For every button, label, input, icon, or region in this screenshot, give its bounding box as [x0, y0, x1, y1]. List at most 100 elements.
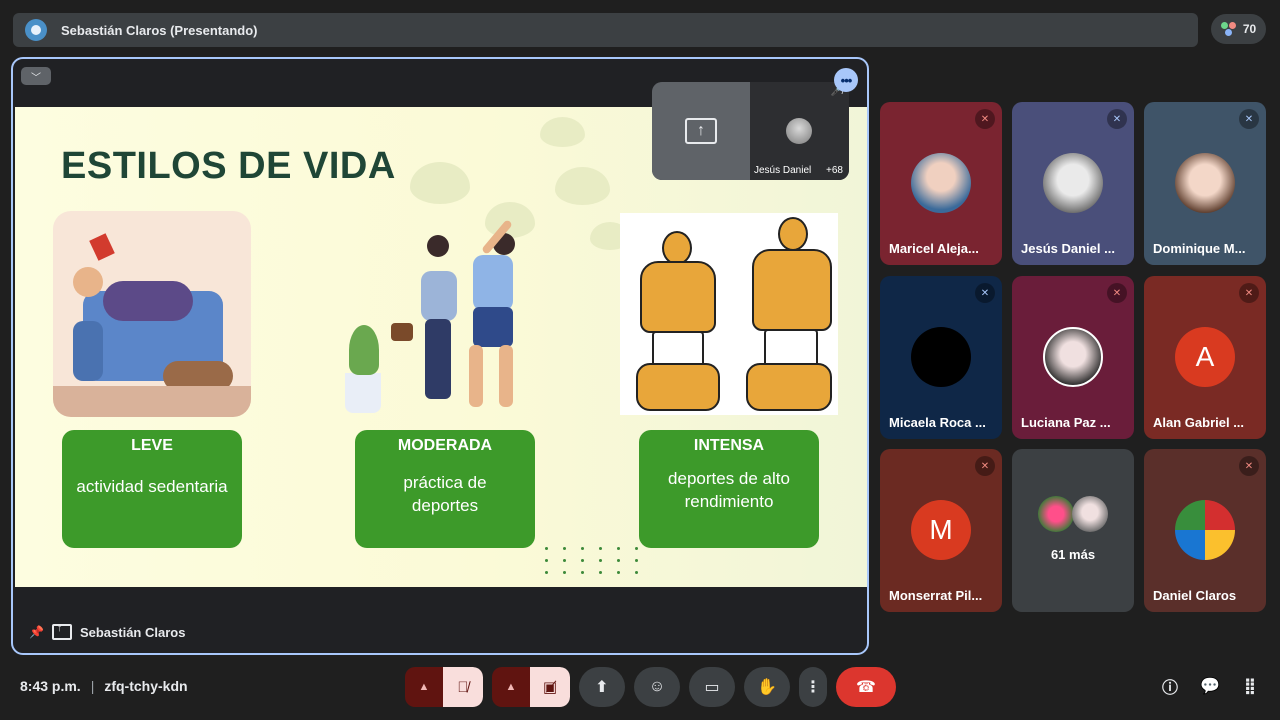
participant-name: Daniel Claros: [1153, 588, 1237, 603]
avatar: [1043, 153, 1103, 213]
avatar: [1038, 496, 1074, 532]
floating-participant-tile[interactable]: 🎤̸ Jesús Daniel +68: [750, 82, 849, 180]
more-options-button[interactable]: •••: [834, 68, 858, 92]
mic-off-icon: ✕: [975, 456, 995, 476]
captions-icon: ▭: [704, 679, 720, 696]
apps-grid-icon: ⣿: [1243, 678, 1257, 695]
card-body: práctica de deportes: [403, 473, 487, 515]
collapse-button[interactable]: ﹀: [21, 67, 51, 85]
mic-off-icon: ✕: [1239, 109, 1259, 129]
pin-icon[interactable]: 📌: [29, 625, 44, 639]
card-leve: LEVE actividad sedentaria: [62, 430, 242, 548]
floating-participant-name: Jesús Daniel: [754, 165, 812, 176]
participant-name: Jesús Daniel ...: [1021, 241, 1115, 256]
floating-self-view[interactable]: ↑ 🎤̸ Jesús Daniel +68: [652, 82, 849, 180]
activities-button[interactable]: ⣿: [1240, 676, 1260, 696]
leaf-decoration: [540, 117, 585, 147]
sedentary-illustration: [53, 211, 251, 417]
presenting-tile[interactable]: ↑: [652, 82, 750, 180]
participant-tile[interactable]: ✕ Maricel Aleja...: [880, 102, 1002, 265]
avatar: [911, 153, 971, 213]
present-screen-icon: ⬆: [595, 679, 609, 696]
leave-call-button[interactable]: ☎: [836, 667, 896, 707]
slide-title: ESTILOS DE VIDA: [61, 145, 396, 187]
chat-button[interactable]: 💬: [1200, 676, 1220, 696]
participant-name: Micaela Roca ...: [889, 415, 986, 430]
camera-toggle-button[interactable]: ▣̸: [530, 667, 570, 707]
leaf-decoration: [410, 162, 470, 204]
screen-share-icon: [51, 622, 72, 640]
mic-toggle-button[interactable]: 🎙̸: [443, 667, 483, 707]
avatar: [1175, 153, 1235, 213]
participant-tile[interactable]: ✕ Daniel Claros: [1144, 449, 1266, 612]
card-title: LEVE: [131, 437, 173, 454]
mic-off-icon: ✕: [1239, 283, 1259, 303]
floating-participant-count: +68: [826, 165, 843, 176]
card-title: MODERADA: [397, 437, 493, 454]
card-title: INTENSA: [693, 437, 765, 454]
camera-options-button[interactable]: ▲: [492, 667, 530, 707]
participant-tile[interactable]: ✕ A Alan Gabriel ...: [1144, 276, 1266, 439]
present-screen-icon: ↑: [685, 118, 717, 144]
mic-off-icon: ✕: [1107, 109, 1127, 129]
presentation-banner: Sebastián Claros (Presentando): [13, 13, 1198, 47]
presenter-logo-icon: [25, 19, 47, 41]
mic-off-icon: ✕: [1107, 283, 1127, 303]
camera-control: ▲ ▣̸: [492, 667, 570, 707]
mic-options-button[interactable]: ▲: [405, 667, 443, 707]
mic-off-icon: ✕: [975, 283, 995, 303]
hand-icon: ✋: [757, 679, 777, 696]
side-panel-buttons: ⓘ 💬 ⣿: [1160, 676, 1260, 697]
participant-name: Monserrat Pil...: [889, 588, 983, 603]
more-participants-label: 61 más: [1050, 547, 1096, 562]
meeting-controls: ▲ 🎙̸ ▲ ▣̸ ⬆ ☺ ▭ ✋ ⋮ ☎: [405, 667, 896, 707]
chevron-up-icon: ▲: [505, 681, 517, 693]
presenter-label: 📌 Sebastián Claros: [29, 622, 186, 640]
avatar: [1175, 500, 1235, 560]
participant-name: Maricel Aleja...: [889, 241, 979, 256]
reactions-button[interactable]: ☺: [634, 667, 680, 707]
participant-name: Alan Gabriel ...: [1153, 415, 1245, 430]
participant-tile[interactable]: ✕ Jesús Daniel ...: [1012, 102, 1134, 265]
presenter-name: Sebastián Claros: [79, 624, 186, 640]
meeting-code: zfq-tchy-kdn: [104, 678, 188, 694]
mic-control: ▲ 🎙̸: [405, 667, 483, 707]
camera-off-icon: ▣̸: [542, 679, 558, 696]
participant-name: Luciana Paz ...: [1021, 415, 1111, 430]
presenter-title: Sebastián Claros (Presentando): [61, 22, 258, 38]
meeting-info: 8:43 p.m. | zfq-tchy-kdn: [20, 678, 188, 694]
present-button[interactable]: ⬆: [579, 667, 625, 707]
mic-off-icon: ✕: [1239, 456, 1259, 476]
participants-button[interactable]: 70: [1211, 14, 1266, 44]
chevron-up-icon: ▲: [418, 681, 430, 693]
more-participants-tile[interactable]: 61 más: [1012, 449, 1134, 612]
avatar: A: [1175, 327, 1235, 387]
avatar: M: [911, 500, 971, 560]
mic-off-icon: 🎙̸: [457, 678, 469, 696]
more-actions-button[interactable]: ⋮: [799, 667, 827, 707]
participant-tile[interactable]: ✕ M Monserrat Pil...: [880, 449, 1002, 612]
participants-icon: [1220, 22, 1237, 36]
raise-hand-button[interactable]: ✋: [744, 667, 790, 707]
avatar: [911, 327, 971, 387]
captions-button[interactable]: ▭: [689, 667, 735, 707]
info-icon: ⓘ: [1161, 680, 1178, 697]
avatar: [1072, 496, 1108, 532]
intense-illustration: [620, 213, 838, 415]
participant-tile[interactable]: ✕ Micaela Roca ...: [880, 276, 1002, 439]
avatar: [786, 118, 812, 144]
clock-time: 8:43 p.m.: [20, 678, 81, 694]
avatar: [1043, 327, 1103, 387]
meeting-details-button[interactable]: ⓘ: [1160, 676, 1180, 697]
participants-count: 70: [1242, 22, 1257, 36]
mic-off-icon: ✕: [975, 109, 995, 129]
participant-tile[interactable]: ✕ Luciana Paz ...: [1012, 276, 1134, 439]
dot-pattern: [545, 547, 653, 574]
chat-icon: 💬: [1200, 678, 1220, 695]
card-moderada: MODERADA práctica de deportes: [355, 430, 535, 548]
hangup-icon: ☎: [856, 679, 876, 696]
chevron-down-icon: ﹀: [31, 72, 41, 84]
leaf-decoration: [555, 167, 610, 205]
participant-tile[interactable]: ✕ Dominique M...: [1144, 102, 1266, 265]
moderate-illustration: [343, 213, 535, 417]
